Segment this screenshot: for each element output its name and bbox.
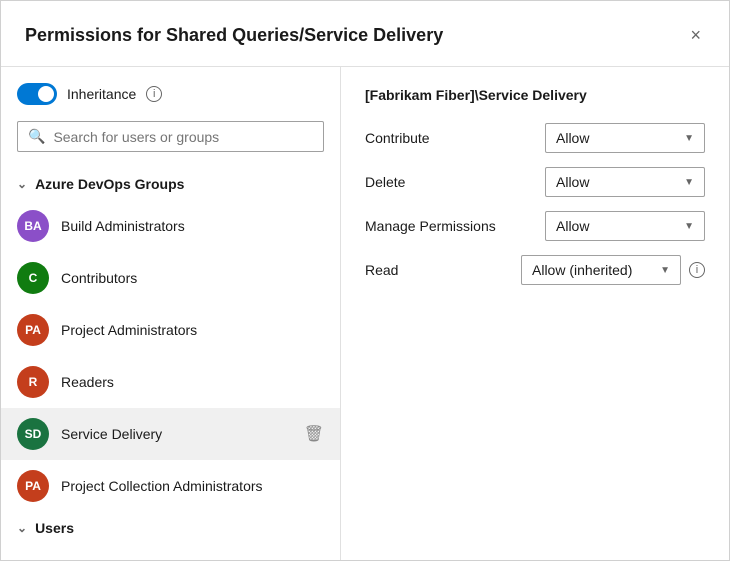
- avatar: SD: [17, 418, 49, 450]
- permission-select[interactable]: Allow ▼: [545, 123, 705, 153]
- search-input[interactable]: [53, 129, 313, 145]
- permission-label: Read: [365, 262, 515, 278]
- group-name: Project Administrators: [61, 322, 324, 338]
- permissions-container: Contribute Allow ▼ Delete Allow ▼ Manage…: [365, 123, 705, 285]
- search-box[interactable]: 🔍: [17, 121, 324, 152]
- dialog-title: Permissions for Shared Queries/Service D…: [25, 25, 443, 46]
- group-name: Project Collection Administrators: [61, 478, 324, 494]
- group-item[interactable]: SD Service Delivery 🗑: [1, 408, 340, 460]
- group-name: Contributors: [61, 270, 324, 286]
- users-section-header[interactable]: ⌄ Users: [1, 512, 340, 544]
- permission-label: Manage Permissions: [365, 218, 515, 234]
- group-name: Readers: [61, 374, 324, 390]
- permission-value: Allow: [556, 130, 589, 146]
- permission-label: Contribute: [365, 130, 515, 146]
- permission-row: Read Allow (inherited) ▼ i: [365, 255, 705, 285]
- permission-select[interactable]: Allow ▼: [545, 211, 705, 241]
- permission-select-wrap: Allow ▼: [545, 167, 705, 197]
- azure-devops-groups-label: Azure DevOps Groups: [35, 176, 184, 192]
- dialog-header: Permissions for Shared Queries/Service D…: [1, 1, 729, 67]
- chevron-down-icon: ▼: [684, 177, 694, 188]
- groups-chevron-icon: ⌄: [17, 177, 27, 191]
- permission-value: Allow (inherited): [532, 262, 632, 278]
- group-item[interactable]: BA Build Administrators: [1, 200, 340, 252]
- permission-select[interactable]: Allow ▼: [545, 167, 705, 197]
- dialog-body: Inheritance i 🔍 ⌄ Azure DevOps Groups BA…: [1, 67, 729, 560]
- avatar: BA: [17, 210, 49, 242]
- permissions-dialog: Permissions for Shared Queries/Service D…: [0, 0, 730, 561]
- group-name: Service Delivery: [61, 426, 292, 442]
- avatar: C: [17, 262, 49, 294]
- delete-icon[interactable]: 🗑: [304, 424, 324, 444]
- left-panel: Inheritance i 🔍 ⌄ Azure DevOps Groups BA…: [1, 67, 341, 560]
- group-item[interactable]: C Contributors: [1, 252, 340, 304]
- permission-select-wrap: Allow ▼: [545, 211, 705, 241]
- inheritance-info-icon[interactable]: i: [146, 86, 162, 102]
- permission-value: Allow: [556, 174, 589, 190]
- permission-value: Allow: [556, 218, 589, 234]
- group-item[interactable]: R Readers: [1, 356, 340, 408]
- inheritance-label: Inheritance: [67, 86, 136, 102]
- right-panel: [Fabrikam Fiber]\Service Delivery Contri…: [341, 67, 729, 560]
- groups-list: BA Build Administrators C Contributors P…: [1, 200, 340, 512]
- permission-info-icon[interactable]: i: [689, 262, 705, 278]
- permission-row: Manage Permissions Allow ▼: [365, 211, 705, 241]
- group-name: Build Administrators: [61, 218, 324, 234]
- chevron-down-icon: ▼: [660, 265, 670, 276]
- permission-select-wrap: Allow ▼: [545, 123, 705, 153]
- azure-devops-groups-header[interactable]: ⌄ Azure DevOps Groups: [1, 168, 340, 200]
- chevron-down-icon: ▼: [684, 221, 694, 232]
- close-button[interactable]: ×: [686, 21, 705, 50]
- permission-row: Delete Allow ▼: [365, 167, 705, 197]
- avatar: PA: [17, 314, 49, 346]
- users-chevron-icon: ⌄: [17, 521, 27, 535]
- chevron-down-icon: ▼: [684, 133, 694, 144]
- search-icon: 🔍: [28, 128, 45, 145]
- group-item[interactable]: PA Project Collection Administrators: [1, 460, 340, 512]
- avatar: R: [17, 366, 49, 398]
- users-section-label: Users: [35, 520, 74, 536]
- permission-row: Contribute Allow ▼: [365, 123, 705, 153]
- permission-select-wrap: Allow (inherited) ▼ i: [521, 255, 705, 285]
- panel-title: [Fabrikam Fiber]\Service Delivery: [365, 87, 705, 103]
- inheritance-toggle[interactable]: [17, 83, 57, 105]
- permission-label: Delete: [365, 174, 515, 190]
- inheritance-row: Inheritance i: [1, 83, 340, 121]
- group-item[interactable]: PA Project Administrators: [1, 304, 340, 356]
- permission-select[interactable]: Allow (inherited) ▼: [521, 255, 681, 285]
- avatar: PA: [17, 470, 49, 502]
